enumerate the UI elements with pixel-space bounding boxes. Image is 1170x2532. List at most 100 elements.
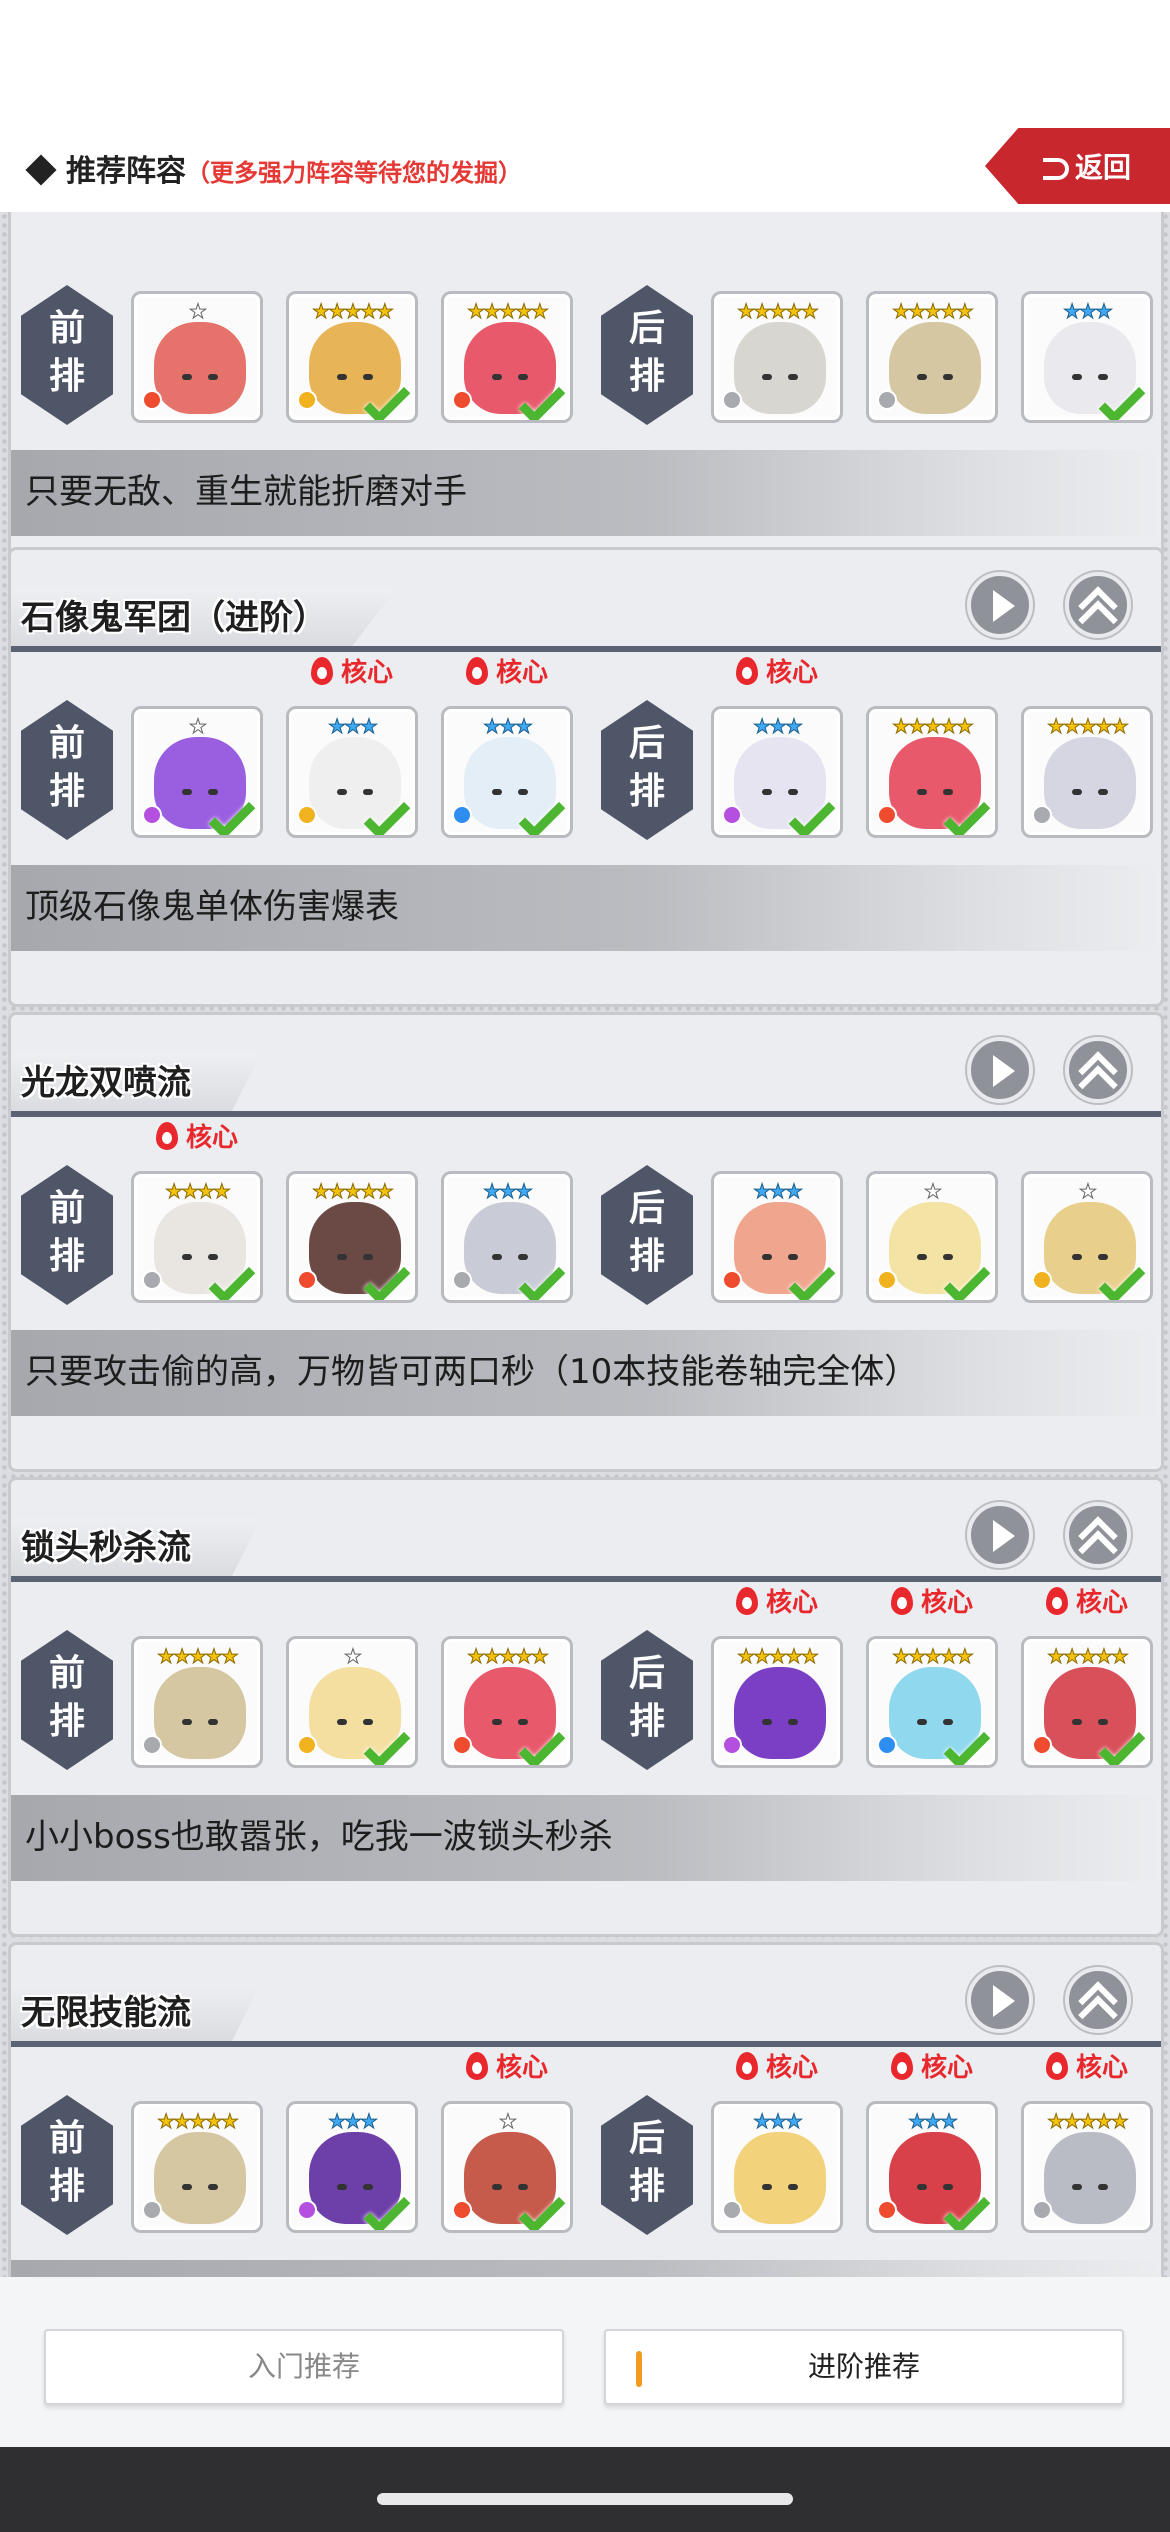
play-icon	[993, 590, 1015, 622]
hero-slot[interactable]: ★★★★★	[1021, 1636, 1153, 1768]
wind-element-icon	[1032, 1270, 1052, 1290]
play-button[interactable]	[967, 1502, 1033, 1568]
lineup-name: 锁头秒杀流	[21, 1528, 191, 1568]
hero-slot[interactable]: ★	[131, 291, 263, 423]
front-row-badge: 前排	[21, 2095, 113, 2235]
hero-slot[interactable]: ★★★★★	[286, 1171, 418, 1303]
light-element-icon	[877, 390, 897, 410]
hero-slot[interactable]: ★★★★	[131, 1171, 263, 1303]
core-badge: 核心	[441, 2047, 573, 2087]
front-row-badge: 前排	[21, 700, 113, 840]
hero-slot[interactable]: ★★★★★	[131, 2101, 263, 2233]
wind-element-icon	[877, 1270, 897, 1290]
fire-element-icon	[722, 1270, 742, 1290]
hero-slot[interactable]: ★★★★★	[711, 291, 843, 423]
flame-icon	[890, 2051, 913, 2080]
hero-slot[interactable]: ★★★★★	[866, 291, 998, 423]
star-rating: ★	[924, 1179, 943, 1203]
core-label: 核心	[495, 2053, 548, 2083]
core-badge: 核心	[711, 1582, 843, 1622]
hero-slot[interactable]: ★	[131, 706, 263, 838]
hero-slot[interactable]: ★★★	[286, 706, 418, 838]
lineup-description: 只要无敌、重生就能折磨对手	[25, 472, 467, 512]
hero-slot[interactable]: ★	[441, 2101, 573, 2233]
front-row-badge: 前排	[21, 1630, 113, 1770]
hero-portrait	[734, 322, 826, 414]
lineup-card: 无限技能流前排后排 ★★★★★ ★★★ ★ 核心 ★★★ 核心 ★★★ 核心 ★★★★★ 核心	[8, 1942, 1164, 2277]
row-position-label: 后排	[628, 1188, 665, 1277]
hero-slot[interactable]: ★★★★★	[866, 1636, 998, 1768]
light-element-icon	[142, 2200, 162, 2220]
hero-slot[interactable]: ★★★	[441, 1171, 573, 1303]
card-title-bar: 锁头秒杀流	[11, 1480, 1161, 1582]
hero-portrait	[1044, 737, 1136, 829]
row-position-label: 前排	[48, 2118, 85, 2207]
home-indicator[interactable]	[377, 2493, 793, 2505]
lineup-list[interactable]: 前排后排 ★ ★★★★★ ★★★★★ ★★★★★ ★★★★★ ★★★ 只要无敌、重生就能折磨对…	[0, 212, 1170, 2277]
tab-intro-recommend[interactable]: 入门推荐	[44, 2329, 564, 2405]
collapse-button[interactable]	[1065, 1502, 1131, 1570]
hero-slot[interactable]: ★★★★★	[441, 1636, 573, 1768]
collapse-button[interactable]	[1065, 1967, 1131, 2035]
core-label: 核心	[1075, 2053, 1128, 2083]
hero-slot[interactable]: ★★★	[711, 2101, 843, 2233]
hero-slot[interactable]: ★★★★★	[1021, 706, 1153, 838]
fire-element-icon	[1032, 1735, 1052, 1755]
back-row-badge: 后排	[601, 285, 693, 425]
lineup-description-bar: 只要攻击偷的高，万物皆可两口秒（10本技能卷轴完全体）	[11, 1330, 1161, 1416]
back-button[interactable]: 返回	[985, 128, 1170, 204]
star-rating: ★	[1079, 1179, 1098, 1203]
collapse-button[interactable]	[1065, 1037, 1131, 1105]
hero-slot[interactable]: ★★★★★	[1021, 2101, 1153, 2233]
core-badge: 核心	[866, 1582, 998, 1622]
lineup-row: 前排后排 ★ ★★★★★ ★★★★★ ★★★★★ ★★★★★ ★★★	[11, 285, 1161, 425]
hero-slot[interactable]: ★	[866, 1171, 998, 1303]
play-button[interactable]	[967, 572, 1033, 638]
core-label: 核心	[920, 2053, 973, 2083]
hero-slot[interactable]: ★★★★★	[711, 1636, 843, 1768]
play-button[interactable]	[967, 1967, 1033, 2033]
collapse-button[interactable]	[1065, 572, 1131, 640]
title-divider	[11, 646, 1161, 652]
system-nav-bar	[0, 2447, 1170, 2532]
bottom-tab-bar: 入门推荐 进阶推荐	[0, 2277, 1170, 2447]
hero-slot[interactable]: ★★★	[711, 1171, 843, 1303]
wind-element-icon	[297, 390, 317, 410]
star-rating: ★★★	[483, 1179, 534, 1203]
tab-advanced-recommend[interactable]: 进阶推荐	[604, 2329, 1124, 2405]
hero-slot[interactable]: ★★★★★	[286, 291, 418, 423]
hero-slot[interactable]: ★	[286, 1636, 418, 1768]
water-element-icon	[877, 1735, 897, 1755]
lineup-description-bar: 小小boss也敢嚣张，吃我一波锁头秒杀	[11, 1795, 1161, 1881]
hero-slot[interactable]: ★★★	[866, 2101, 998, 2233]
hero-portrait	[154, 1667, 246, 1759]
lineup-card: 石像鬼军团（进阶）前排后排 ★ ★★★ 核心 ★★★ 核心 ★★★ 核心 ★★★★★ ★★★★★ 顶…	[8, 547, 1164, 1007]
page-subtitle: （更多强力阵容等待您的发掘）	[186, 159, 522, 187]
fire-element-icon	[142, 390, 162, 410]
hero-slot[interactable]: ★★★	[286, 2101, 418, 2233]
hero-slot[interactable]: ★★★	[1021, 291, 1153, 423]
fire-element-icon	[877, 805, 897, 825]
flame-icon	[735, 656, 758, 685]
hero-slot[interactable]: ★★★	[711, 706, 843, 838]
card-title-bar: 无限技能流	[11, 1945, 1161, 2047]
light-element-icon	[722, 2200, 742, 2220]
return-arrow-icon	[1043, 158, 1069, 180]
header: 推荐阵容（更多强力阵容等待您的发掘） 返回	[0, 120, 1170, 212]
card-title-tab: 石像鬼军团（进阶）	[11, 588, 397, 648]
dark-element-icon	[142, 805, 162, 825]
star-rating: ★★★★★	[467, 299, 550, 323]
dark-element-icon	[722, 1735, 742, 1755]
hero-portrait	[734, 2132, 826, 2224]
water-element-icon	[452, 805, 472, 825]
hero-slot[interactable]: ★★★	[441, 706, 573, 838]
hero-slot[interactable]: ★★★★★	[866, 706, 998, 838]
flame-icon	[465, 656, 488, 685]
hero-slot[interactable]: ★★★★★	[131, 1636, 263, 1768]
star-rating: ★★★★★	[157, 2109, 240, 2133]
hero-slot[interactable]: ★★★★★	[441, 291, 573, 423]
core-label: 核心	[185, 1123, 238, 1153]
hero-portrait	[1044, 2132, 1136, 2224]
play-button[interactable]	[967, 1037, 1033, 1103]
hero-slot[interactable]: ★	[1021, 1171, 1153, 1303]
